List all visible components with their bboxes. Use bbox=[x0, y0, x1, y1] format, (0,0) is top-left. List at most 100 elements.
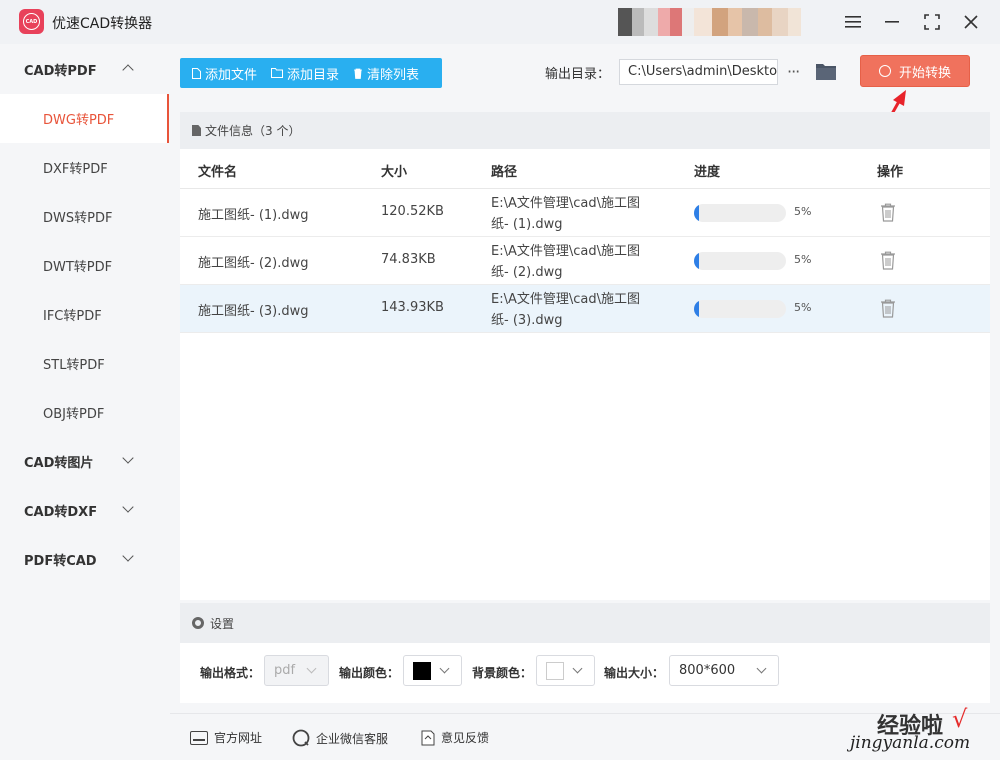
delete-icon[interactable] bbox=[880, 299, 896, 318]
output-dir-label: 输出目录： bbox=[545, 67, 611, 82]
watermark-subtitle: jingyanla.com bbox=[850, 733, 971, 753]
column-header-size: 大小 bbox=[381, 165, 408, 180]
background-color-picker[interactable] bbox=[536, 655, 595, 686]
settings-title: 设置 bbox=[210, 616, 235, 631]
sidebar-group-pdf-to-cad[interactable]: PDF转CAD bbox=[0, 535, 169, 584]
output-format-select[interactable]: pdf bbox=[264, 655, 329, 686]
sidebar-group-label: CAD转PDF bbox=[24, 64, 97, 79]
start-convert-label: 开始转换 bbox=[898, 65, 951, 81]
progress-percent: 5% bbox=[794, 205, 812, 218]
official-website-link[interactable]: 官方网址 bbox=[190, 729, 262, 746]
column-header-action: 操作 bbox=[877, 165, 904, 180]
loading-icon bbox=[878, 65, 891, 77]
progress-percent: 5% bbox=[794, 253, 812, 266]
chevron-down-icon bbox=[122, 501, 134, 513]
chevron-down-icon bbox=[122, 550, 134, 562]
chevron-down-icon bbox=[756, 663, 767, 674]
menu-icon[interactable] bbox=[841, 10, 865, 34]
output-format-value: pdf bbox=[274, 663, 296, 678]
color-swatch bbox=[546, 661, 564, 680]
delete-icon[interactable] bbox=[880, 251, 896, 270]
clear-list-label: 清除列表 bbox=[367, 67, 420, 83]
app-title: 优速CAD转换器 bbox=[52, 16, 153, 32]
sidebar-item-obj-to-pdf[interactable]: OBJ转PDF bbox=[0, 388, 169, 437]
sidebar-item-dwt-to-pdf[interactable]: DWT转PDF bbox=[0, 241, 169, 290]
progress-bar bbox=[694, 252, 786, 270]
chevron-down-icon bbox=[306, 663, 317, 674]
table-row[interactable]: 施工图纸- (1).dwg 120.52KB E:\A文件管理\cad\施工图 … bbox=[180, 189, 990, 237]
chevron-up-icon bbox=[122, 64, 134, 76]
sidebar-group-label: PDF转CAD bbox=[24, 554, 97, 569]
close-icon[interactable] bbox=[959, 10, 983, 34]
title-bar: CAD 优速CAD转换器 bbox=[0, 0, 1000, 44]
start-convert-button[interactable]: 开始转换 bbox=[860, 55, 970, 87]
add-file-label: 添加文件 bbox=[205, 67, 258, 83]
official-website-label: 官方网址 bbox=[214, 731, 263, 745]
file-info-header: 文件信息（3 个） bbox=[180, 112, 990, 149]
feedback-icon bbox=[421, 730, 435, 745]
add-file-button[interactable]: 添加文件 bbox=[192, 58, 257, 88]
sidebar-item-dws-to-pdf[interactable]: DWS转PDF bbox=[0, 192, 169, 241]
sidebar-group-cad-to-dxf[interactable]: CAD转DXF bbox=[0, 486, 169, 535]
file-icon bbox=[192, 67, 201, 79]
column-header-name: 文件名 bbox=[198, 165, 238, 180]
sidebar-group-label: CAD转DXF bbox=[24, 505, 98, 520]
feedback-label: 意见反馈 bbox=[441, 731, 490, 745]
settings-header: 设置 bbox=[180, 603, 990, 643]
sidebar-group-cad-to-pdf[interactable]: CAD转PDF bbox=[0, 45, 169, 94]
gear-icon bbox=[192, 617, 204, 629]
progress-percent: 5% bbox=[794, 301, 812, 314]
minimize-icon[interactable] bbox=[880, 10, 904, 34]
file-size: 120.52KB bbox=[381, 204, 444, 219]
maximize-icon[interactable] bbox=[920, 10, 944, 34]
output-size-label: 输出大小： bbox=[604, 666, 665, 680]
open-folder-icon[interactable] bbox=[815, 60, 837, 82]
file-size: 74.83KB bbox=[381, 252, 436, 267]
chevron-down-icon bbox=[572, 663, 583, 674]
file-size: 143.93KB bbox=[381, 300, 444, 315]
watermark-check-icon: √ bbox=[952, 705, 968, 733]
sidebar-group-label: CAD转图片 bbox=[24, 456, 94, 471]
file-name: 施工图纸- (3).dwg bbox=[198, 304, 309, 319]
output-color-label: 输出颜色： bbox=[339, 666, 400, 680]
output-size-value: 800*600 bbox=[679, 663, 736, 678]
sidebar-item-stl-to-pdf[interactable]: STL转PDF bbox=[0, 339, 169, 388]
add-directory-label: 添加目录 bbox=[287, 67, 340, 83]
sidebar-group-cad-to-image[interactable]: CAD转图片 bbox=[0, 437, 169, 486]
wechat-support-link[interactable]: 企业微信客服 bbox=[292, 729, 388, 747]
folder-outline-icon bbox=[271, 68, 284, 78]
column-header-path: 路径 bbox=[491, 165, 518, 180]
chevron-down-icon bbox=[122, 452, 134, 464]
file-list-panel: 文件信息（3 个） 文件名 大小 路径 进度 操作 施工图纸- (1).dwg … bbox=[180, 112, 990, 600]
file-name: 施工图纸- (1).dwg bbox=[198, 208, 309, 223]
more-options-icon[interactable]: ··· bbox=[787, 62, 800, 81]
file-path: E:\A文件管理\cad\施工图 纸- (2).dwg bbox=[491, 244, 640, 280]
file-name: 施工图纸- (2).dwg bbox=[198, 256, 309, 271]
output-color-picker[interactable] bbox=[403, 655, 462, 686]
color-swatch bbox=[413, 661, 431, 680]
sidebar-item-dwg-to-pdf[interactable]: DWG转PDF bbox=[0, 94, 169, 143]
output-size-select[interactable]: 800*600 bbox=[669, 655, 779, 686]
file-info-title: 文件信息（3 个） bbox=[205, 124, 301, 138]
trash-icon bbox=[354, 68, 363, 79]
add-directory-button[interactable]: 添加目录 bbox=[271, 58, 339, 88]
feedback-link[interactable]: 意见反馈 bbox=[421, 729, 489, 746]
wechat-support-label: 企业微信客服 bbox=[316, 731, 389, 746]
progress-bar bbox=[694, 204, 786, 222]
chevron-down-icon bbox=[439, 663, 450, 674]
delete-icon[interactable] bbox=[880, 203, 896, 222]
output-format-label: 输出格式： bbox=[200, 666, 261, 680]
file-toolbar: 添加文件 添加目录 清除列表 bbox=[180, 58, 442, 88]
table-row[interactable]: 施工图纸- (2).dwg 74.83KB E:\A文件管理\cad\施工图 纸… bbox=[180, 237, 990, 285]
output-dir-field[interactable]: C:\Users\admin\Desktop bbox=[619, 59, 778, 85]
file-path: E:\A文件管理\cad\施工图 纸- (3).dwg bbox=[491, 292, 640, 328]
sidebar-item-dxf-to-pdf[interactable]: DXF转PDF bbox=[0, 143, 169, 192]
column-header-progress: 进度 bbox=[694, 165, 721, 180]
document-icon bbox=[192, 125, 201, 136]
clear-list-button[interactable]: 清除列表 bbox=[353, 58, 419, 88]
table-row[interactable]: 施工图纸- (3).dwg 143.93KB E:\A文件管理\cad\施工图 … bbox=[180, 285, 990, 333]
user-avatar-blurred[interactable] bbox=[618, 8, 823, 36]
settings-panel: 设置 输出格式： pdf 输出颜色： 背景颜色： 输出大小： 800*600 bbox=[180, 603, 990, 703]
file-path: E:\A文件管理\cad\施工图 纸- (1).dwg bbox=[491, 196, 640, 232]
sidebar-item-ifc-to-pdf[interactable]: IFC转PDF bbox=[0, 290, 169, 339]
